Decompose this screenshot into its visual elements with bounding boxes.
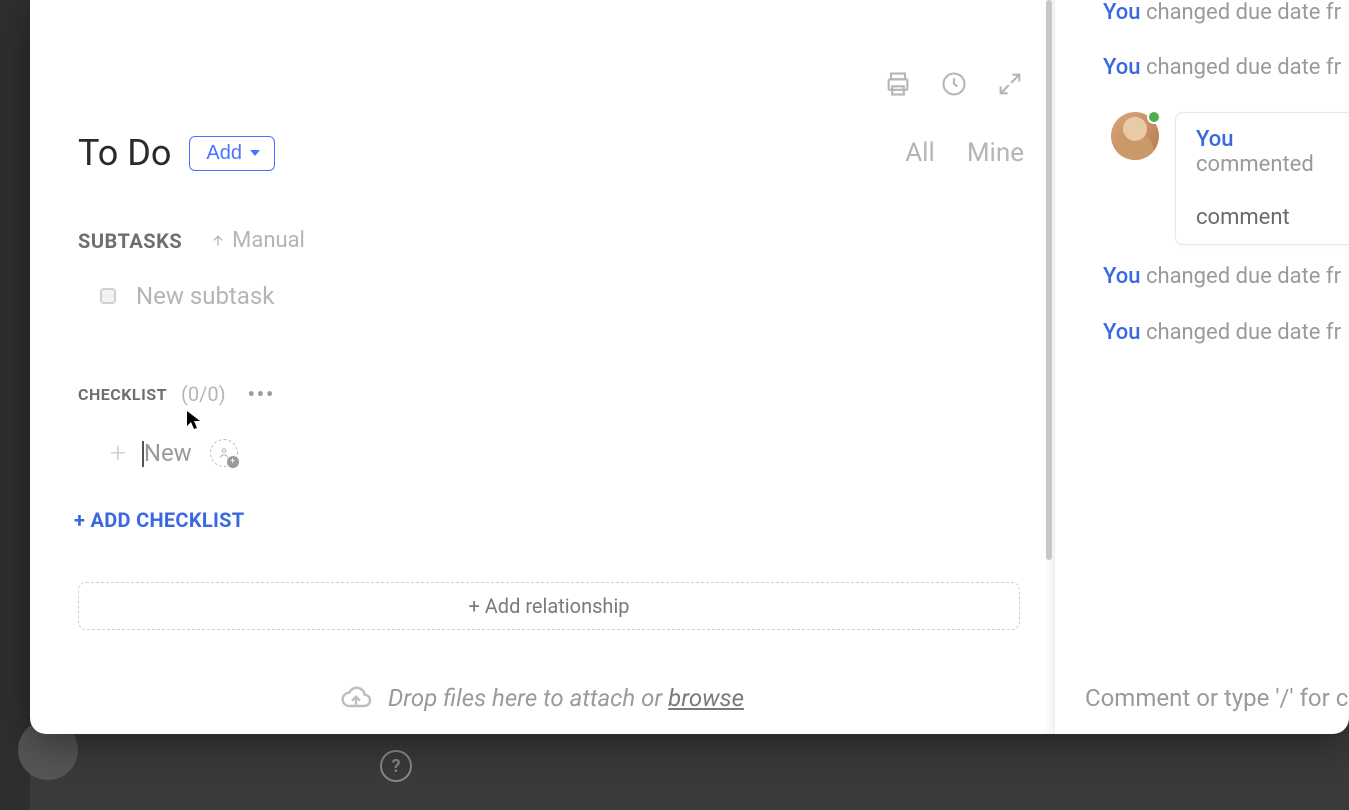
checklist-count: (0/0) xyxy=(181,382,226,406)
activity-author: You xyxy=(1103,55,1140,80)
header-row: To Do Add All Mine xyxy=(78,132,1024,174)
help-button[interactable]: ? xyxy=(380,750,412,782)
task-modal: To Do Add All Mine SUBTASKS Manual New s… xyxy=(30,0,1349,734)
activity-item: You changed due date fr xyxy=(1055,320,1349,345)
plus-badge-icon: + xyxy=(227,456,239,468)
add-relationship-label: + Add relationship xyxy=(468,594,629,618)
filter-mine[interactable]: Mine xyxy=(967,138,1024,168)
checklist-header: CHECKLIST (0/0) ••• xyxy=(78,382,275,406)
mouse-cursor-icon xyxy=(186,410,202,430)
browse-link[interactable]: browse xyxy=(668,684,744,712)
checklist-new-input[interactable]: New xyxy=(144,439,192,467)
subtasks-sort[interactable]: Manual xyxy=(210,228,305,253)
add-checklist-link[interactable]: + ADD CHECKLIST xyxy=(74,508,244,532)
checklist-label: CHECKLIST xyxy=(78,385,167,404)
activity-text: changed due date fr xyxy=(1146,55,1341,80)
comment-action: commented xyxy=(1196,152,1314,177)
online-status-icon xyxy=(1147,110,1161,124)
cloud-upload-icon xyxy=(340,682,372,714)
subtasks-header: SUBTASKS Manual xyxy=(78,228,305,253)
page-title: To Do xyxy=(78,132,171,174)
activity-item: You changed due date fr xyxy=(1055,264,1349,289)
activity-author: You xyxy=(1103,0,1140,25)
top-icon-row xyxy=(884,70,1024,102)
new-subtask-row[interactable]: New subtask xyxy=(100,282,274,310)
chevron-down-icon xyxy=(250,150,260,156)
comment-author: You xyxy=(1196,127,1233,152)
expand-icon[interactable] xyxy=(996,70,1024,102)
subtask-placeholder: New subtask xyxy=(136,282,274,310)
filter-all[interactable]: All xyxy=(905,138,935,168)
activity-author: You xyxy=(1103,264,1140,289)
activity-column: You changed due date fr You changed due … xyxy=(1055,0,1349,734)
comment-body: comment xyxy=(1196,205,1334,230)
activity-item: You changed due date fr xyxy=(1055,55,1349,80)
print-icon[interactable] xyxy=(884,70,912,102)
activity-item: You changed due date fr xyxy=(1055,0,1349,25)
activity-text: changed due date fr xyxy=(1146,264,1341,289)
hidden-sidebar xyxy=(0,0,30,810)
assign-user-button[interactable]: + xyxy=(210,439,238,467)
main-column: To Do Add All Mine SUBTASKS Manual New s… xyxy=(30,0,1055,734)
filter-tabs: All Mine xyxy=(905,138,1024,168)
scrollbar[interactable] xyxy=(1044,0,1054,734)
arrow-up-icon xyxy=(210,233,226,249)
subtask-checkbox[interactable] xyxy=(100,288,116,304)
activity-text: changed due date fr xyxy=(1146,320,1341,345)
comment-item: You commented comment xyxy=(1111,112,1349,245)
activity-author: You xyxy=(1103,320,1140,345)
dropzone-caption: Drop files here to attach or xyxy=(388,684,668,712)
subtasks-label: SUBTASKS xyxy=(78,229,182,253)
file-dropzone[interactable]: Drop files here to attach or browse xyxy=(30,682,1054,714)
checklist-menu[interactable]: ••• xyxy=(248,382,276,406)
activity-text: changed due date fr xyxy=(1146,0,1341,25)
comment-input[interactable]: Comment or type '/' for c xyxy=(1085,684,1349,712)
comment-bubble[interactable]: You commented comment xyxy=(1175,112,1349,245)
history-icon[interactable] xyxy=(940,70,968,102)
add-relationship-button[interactable]: + Add relationship xyxy=(78,582,1020,630)
add-button[interactable]: Add xyxy=(189,136,275,171)
dropzone-text: Drop files here to attach or browse xyxy=(388,684,744,712)
comment-input-placeholder: Comment or type '/' for c xyxy=(1085,684,1348,712)
add-button-label: Add xyxy=(206,142,242,165)
checklist-new-row[interactable]: + New + xyxy=(110,436,238,469)
plus-icon: + xyxy=(110,436,126,469)
subtasks-sort-label: Manual xyxy=(232,228,305,253)
